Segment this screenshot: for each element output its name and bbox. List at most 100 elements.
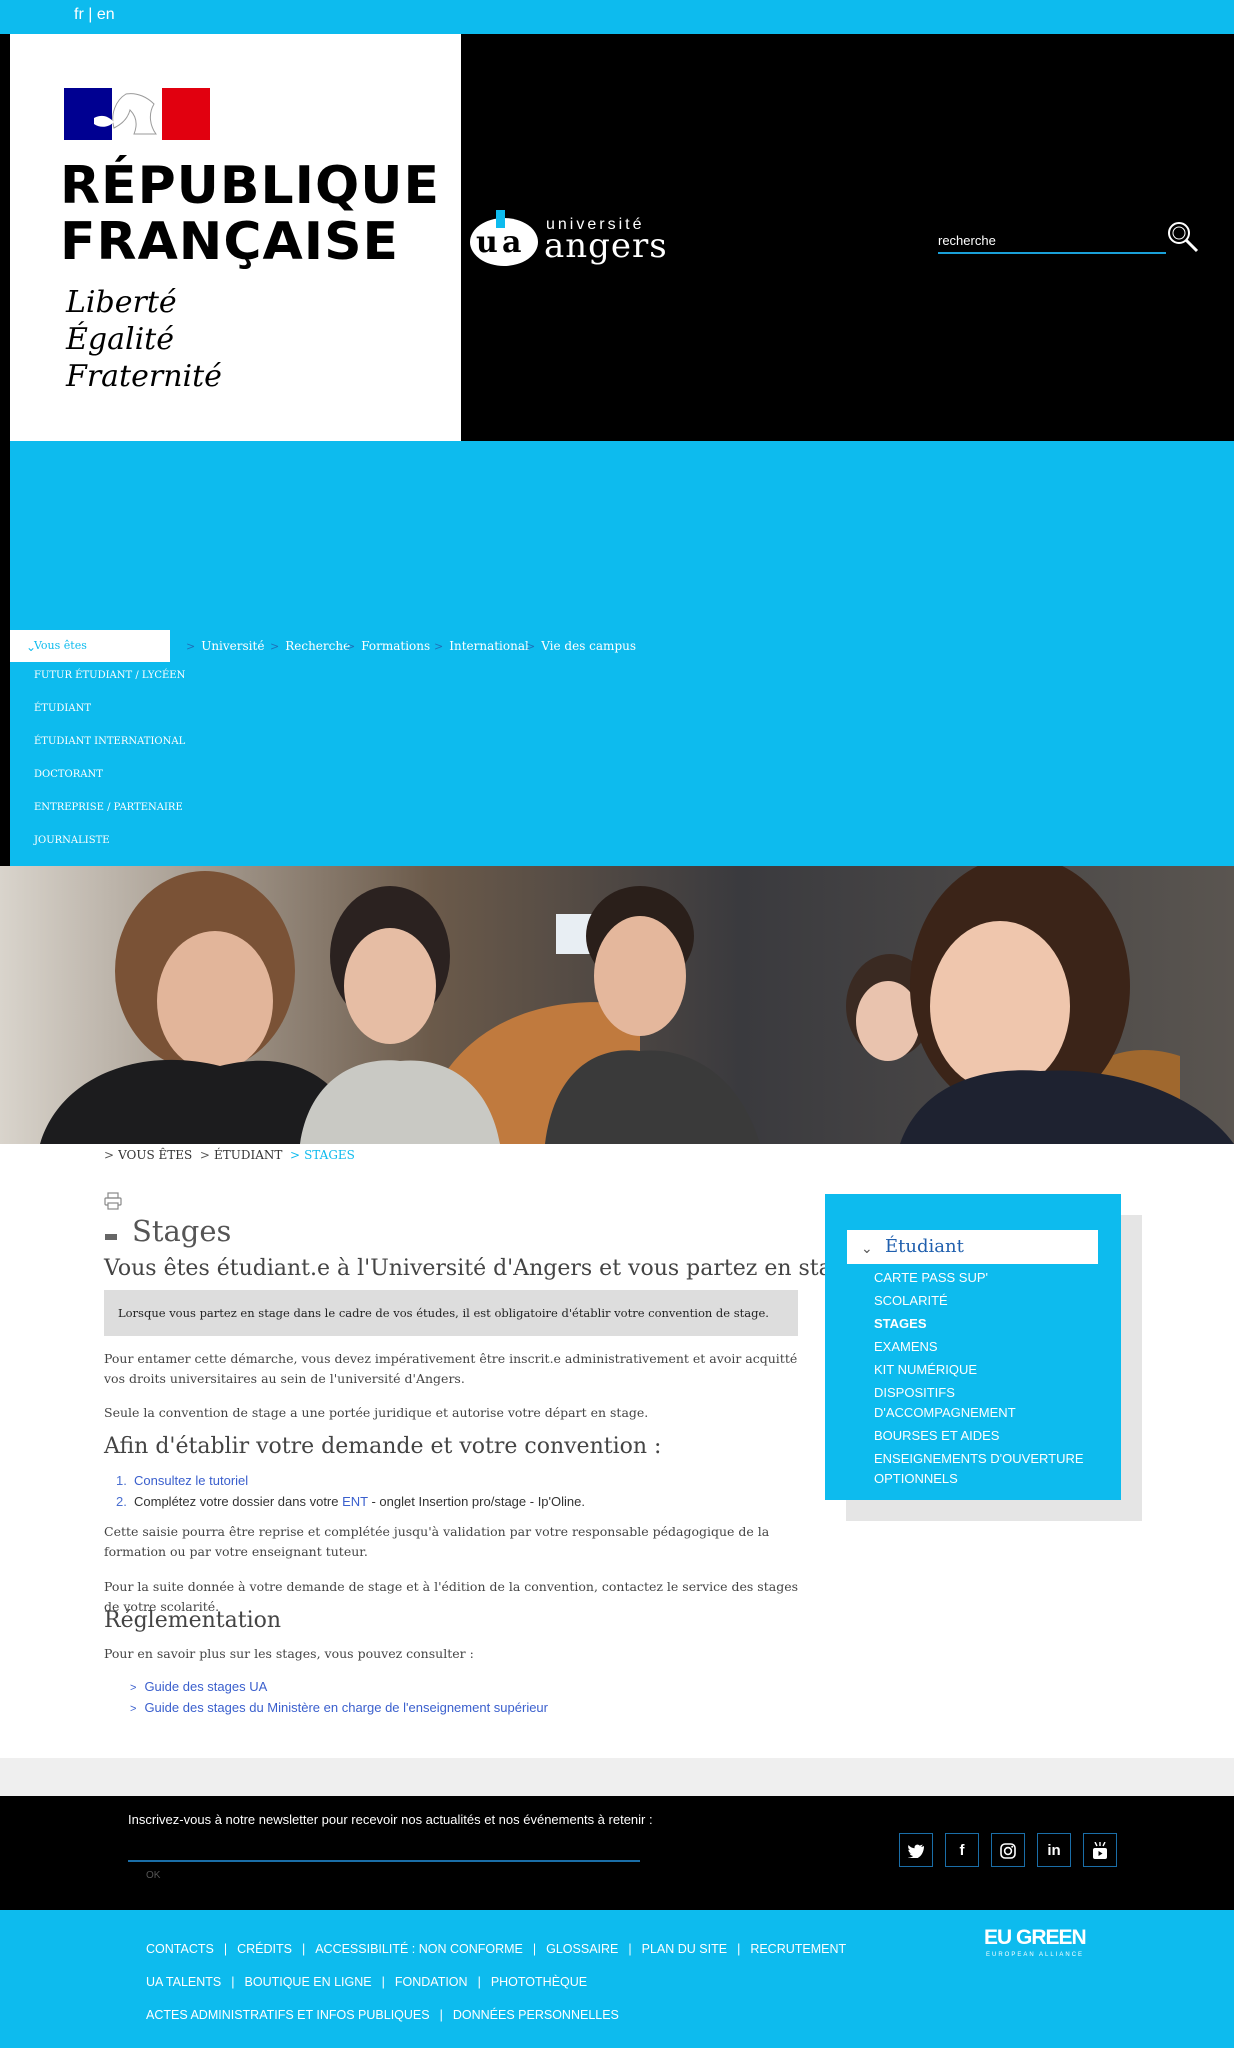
footer-link-actes-administratifs[interactable]: ACTES ADMINISTRATIFS ET INFOS PUBLIQUES — [146, 2008, 430, 2022]
chevron-right-icon: > — [526, 640, 536, 653]
footer-separator: | — [381, 1975, 385, 1989]
newsletter-email-input[interactable] — [128, 1836, 640, 1862]
ua-logo-icon[interactable]: u a — [468, 206, 540, 268]
chevron-right-icon: > — [346, 640, 356, 653]
sidebar-item-examens[interactable]: EXAMENS — [874, 1337, 1094, 1357]
footer-link-accessibilite[interactable]: ACCESSIBILITÉ : NON CONFORME — [315, 1942, 523, 1956]
breadcrumb-etudiant[interactable]: ÉTUDIANT — [214, 1148, 282, 1162]
footer-separator: | — [301, 1942, 306, 1956]
section-heading-afin: Afin d'établir votre demande et votre co… — [104, 1434, 662, 1459]
vous-etes-submenu: FUTUR ÉTUDIANT / LYCÉEN ÉTUDIANT ÉTUDIAN… — [34, 665, 185, 863]
header-left-strip — [0, 34, 10, 441]
sidebar-item-scolarite[interactable]: SCOLARITÉ — [874, 1291, 1094, 1311]
tutorial-link[interactable]: Consultez le tutoriel — [134, 1473, 248, 1488]
breadcrumb-stages: STAGES — [304, 1148, 355, 1162]
footer-link-ua-talents[interactable]: UA TALENTS — [146, 1975, 221, 1989]
breadcrumb-vous-etes[interactable]: VOUS ÊTES — [118, 1148, 192, 1162]
section-heading-main: Vous êtes étudiant.e à l'Université d'An… — [104, 1256, 871, 1281]
instagram-icon[interactable] — [991, 1833, 1025, 1867]
rf-title-line2: FRANÇAISE — [60, 212, 400, 272]
nav-international-label: International — [449, 639, 529, 653]
twitter-icon[interactable] — [899, 1833, 933, 1867]
submenu-item-journaliste[interactable]: JOURNALISTE — [34, 830, 185, 863]
submenu-item-futur-etudiant[interactable]: FUTUR ÉTUDIANT / LYCÉEN — [34, 665, 185, 698]
nav-vie-des-campus[interactable]: > Vie des campus — [526, 630, 636, 662]
nav-left-strip — [0, 441, 10, 866]
footer-separator: | — [532, 1942, 537, 1956]
sidebar-item-enseignements[interactable]: ENSEIGNEMENTS D'OUVERTURE OPTIONNELS — [874, 1449, 1094, 1489]
nav-vous-etes[interactable]: ⌄ Vous êtes — [10, 630, 170, 662]
footer-separator: | — [231, 1975, 235, 1989]
guide-link-ua-label: Guide des stages UA — [144, 1679, 268, 1694]
print-icon[interactable] — [104, 1192, 122, 1210]
top-bar — [0, 0, 1234, 34]
sidebar-list: CARTE PASS SUP' SCOLARITÉ STAGES EXAMENS… — [874, 1268, 1094, 1492]
submenu-item-etudiant[interactable]: ÉTUDIANT — [34, 698, 185, 731]
paragraph-inscription: Pour entamer cette démarche, vous devez … — [104, 1351, 798, 1386]
sidebar-item-bourses[interactable]: BOURSES ET AIDES — [874, 1426, 1094, 1446]
motto-egalite: Égalité — [66, 322, 174, 357]
footer-separator: | — [628, 1942, 632, 1956]
eu-green-tagline: EUROPEAN ALLIANCE — [986, 1952, 1085, 1958]
page-title: Stages — [132, 1214, 232, 1248]
breadcrumb-separator: > — [199, 1148, 210, 1162]
section-heading-reglementation: Réglementation — [104, 1608, 282, 1633]
submenu-item-doctorant[interactable]: DOCTORANT — [34, 764, 185, 797]
paragraph-convention: Seule la convention de stage a une porté… — [104, 1405, 649, 1420]
footer-link-fondation[interactable]: FONDATION — [395, 1975, 468, 1989]
footer-row-1: CONTACTS | CRÉDITS | ACCESSIBILITÉ : NON CON… — [146, 1942, 846, 1956]
nav-recherche-label: Recherche — [285, 639, 351, 653]
nav-recherche[interactable]: > Recherche — [270, 630, 350, 662]
guide-link-ministere-label: Guide des stages du Ministère en charge … — [144, 1700, 548, 1715]
step2-text-before: Complétez votre dossier dans votre — [134, 1494, 343, 1509]
eu-green-logo[interactable]: EU GREEN — [984, 1926, 1087, 1950]
step2-text-after: - onglet Insertion pro/stage - Ip'Oline. — [367, 1494, 585, 1509]
footer-link-recrutement[interactable]: RECRUTEMENT — [750, 1942, 846, 1956]
language-switcher: fr | en — [74, 6, 115, 24]
facebook-icon[interactable]: f — [945, 1833, 979, 1867]
ent-link[interactable]: ENT — [342, 1494, 368, 1509]
sidebar-item-dispositifs[interactable]: DISPOSITIFS D'ACCOMPAGNEMENT — [874, 1383, 1094, 1423]
nav-vous-etes-label: Vous êtes — [34, 639, 87, 652]
nav-universite[interactable]: > Université — [186, 630, 264, 662]
rf-title-line1: RÉPUBLIQUE — [60, 156, 440, 216]
list-item: 1. Consultez le tutoriel — [116, 1470, 585, 1491]
footer-separator: | — [439, 2008, 443, 2022]
guides-list: > Guide des stages UA > Guide des stages d… — [130, 1677, 548, 1719]
guide-link-ua[interactable]: > Guide des stages UA — [130, 1677, 548, 1698]
sidebar-item-carte-pass-sup[interactable]: CARTE PASS SUP' — [874, 1268, 1094, 1288]
lang-fr-link[interactable]: fr — [74, 6, 84, 23]
lang-en-link[interactable]: en — [97, 6, 115, 23]
title-marker — [105, 1234, 117, 1240]
sidebar-item-kit-numerique[interactable]: KIT NUMÉRIQUE — [874, 1360, 1094, 1380]
youtube-icon[interactable] — [1083, 1833, 1117, 1867]
search-input[interactable] — [938, 228, 1166, 254]
nav-international[interactable]: > International — [434, 630, 529, 662]
footer-separator: | — [737, 1942, 741, 1956]
newsletter-text: Inscrivez-vous à notre newsletter pour r… — [128, 1812, 653, 1827]
breadcrumb: > VOUS ÊTES > ÉTUDIANT > STAGES — [104, 1148, 355, 1162]
footer-link-donnees-personnelles[interactable]: DONNÉES PERSONNELLES — [453, 2008, 619, 2022]
submenu-item-entreprise[interactable]: ENTREPRISE / PARTENAIRE — [34, 797, 185, 830]
motto-fraternite: Fraternité — [66, 359, 222, 394]
motto-liberte: Liberté — [66, 285, 177, 320]
steps-list: 1. Consultez le tutoriel 2. Complétez votr… — [116, 1470, 585, 1512]
linkedin-icon[interactable]: in — [1037, 1833, 1071, 1867]
footer-row-3: ACTES ADMINISTRATIFS ET INFOS PUBLIQUES |… — [146, 2008, 619, 2022]
submenu-item-etudiant-international[interactable]: ÉTUDIANT INTERNATIONAL — [34, 731, 185, 764]
nav-formations[interactable]: > Formations — [346, 630, 430, 662]
footer-link-contacts[interactable]: CONTACTS — [146, 1942, 214, 1956]
sidebar-heading-label: Étudiant — [885, 1236, 964, 1257]
footer-link-plan-du-site[interactable]: PLAN DU SITE — [642, 1942, 727, 1956]
footer-link-credits[interactable]: CRÉDITS — [237, 1942, 292, 1956]
footer-link-phototheque[interactable]: PHOTOTHÈQUE — [491, 1975, 587, 1989]
newsletter-ok-button[interactable]: OK — [146, 1870, 160, 1881]
search-icon[interactable] — [1166, 220, 1200, 254]
footer-link-glossaire[interactable]: GLOSSAIRE — [546, 1942, 618, 1956]
chevron-right-icon: > — [270, 640, 280, 653]
footer-link-boutique[interactable]: BOUTIQUE EN LIGNE — [245, 1975, 372, 1989]
sidebar-item-stages[interactable]: STAGES — [874, 1314, 1094, 1334]
sidebar-heading[interactable]: ⌄ Étudiant — [847, 1230, 1098, 1264]
footer-separator: | — [223, 1942, 228, 1956]
guide-link-ministere[interactable]: > Guide des stages du Ministère en charge… — [130, 1698, 548, 1719]
